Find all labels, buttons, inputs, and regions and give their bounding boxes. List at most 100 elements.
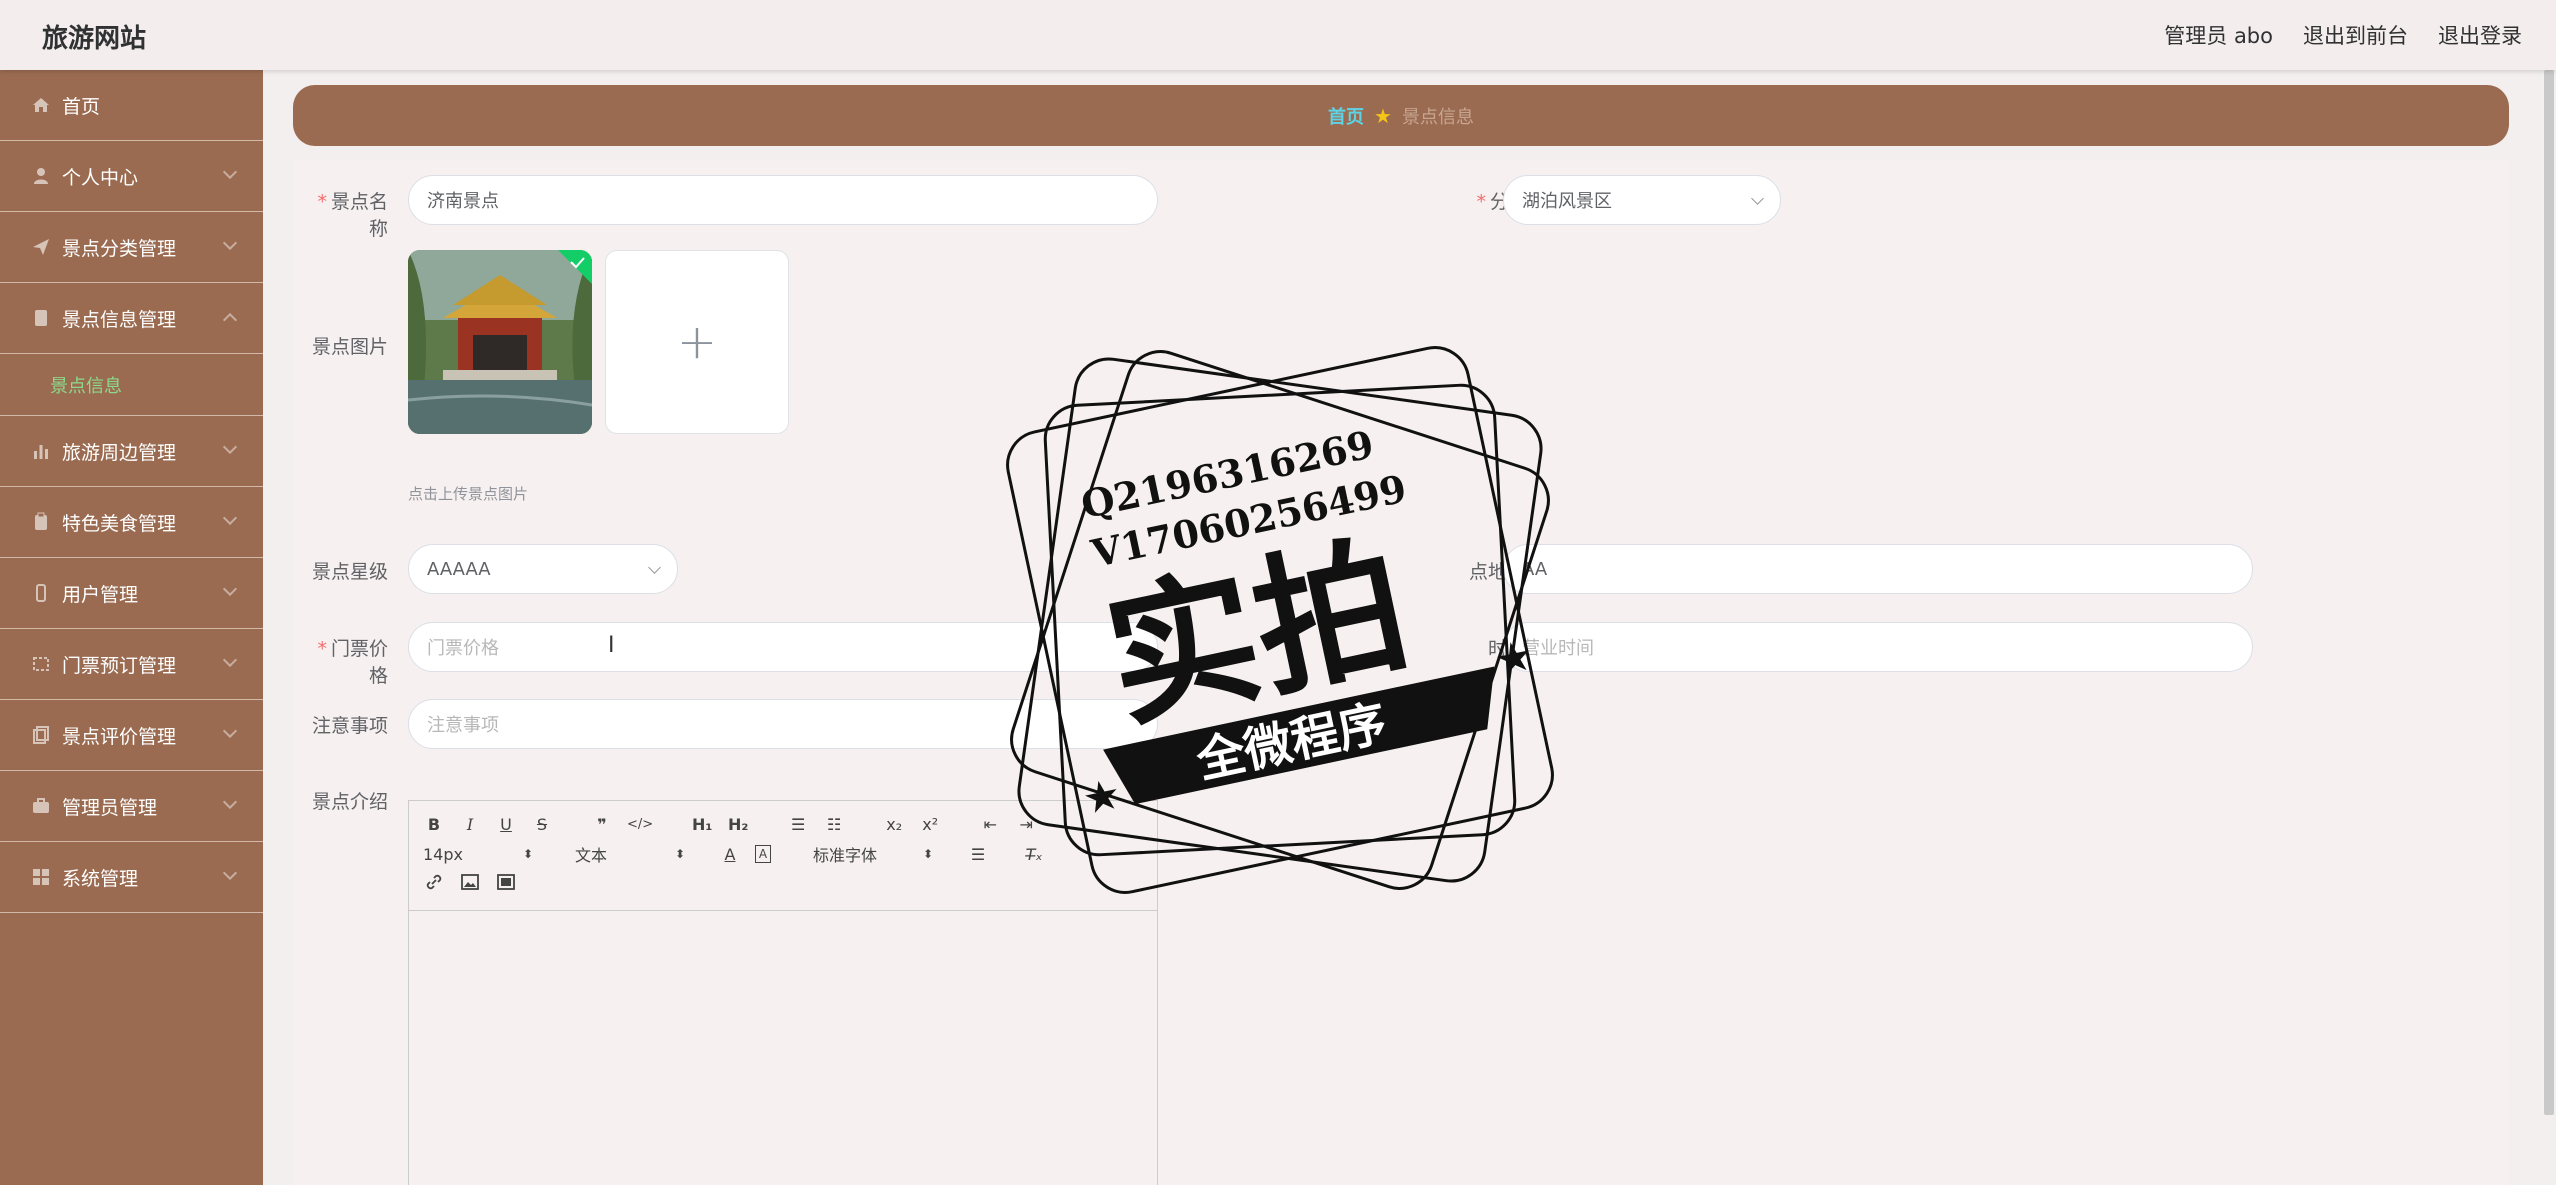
notice-input[interactable]: 注意事项: [408, 699, 1158, 749]
category-select[interactable]: 湖泊风景区: [1503, 175, 1781, 225]
spot-image-thumbnail[interactable]: [408, 250, 592, 434]
sidebar-item-label: 管理员管理: [62, 796, 158, 819]
page-scrollbar[interactable]: [2542, 70, 2556, 1115]
grid-icon: [30, 866, 52, 888]
send-icon: [30, 236, 52, 258]
breadcrumb: 首页 ★ 景点信息: [293, 85, 2509, 146]
header-actions: 管理员 abo 退出到前台 退出登录: [2164, 20, 2522, 50]
text-type-select[interactable]: 文本 ⬍: [575, 842, 685, 866]
chevron-down-icon: [222, 865, 238, 881]
indent-icon[interactable]: ⇥: [1015, 815, 1037, 834]
scrollbar-thumb[interactable]: [2544, 70, 2554, 1115]
upload-hint: 点击上传景点图片: [408, 485, 529, 503]
align-left-icon[interactable]: ☰: [967, 845, 989, 864]
chevron-down-icon: [1751, 192, 1764, 205]
code-block-button[interactable]: </>: [627, 817, 653, 832]
bullet-list-icon[interactable]: ☷: [823, 815, 845, 834]
video-icon[interactable]: [495, 874, 517, 894]
heading1-button[interactable]: H₁: [691, 815, 713, 834]
sidebar-item-label: 景点分类管理: [62, 237, 177, 260]
sidebar-item-home[interactable]: 首页: [0, 70, 263, 141]
chevron-up-icon: [222, 312, 238, 328]
sidebar-item-travel-surroundings[interactable]: 旅游周边管理: [0, 416, 263, 487]
sidebar-item-spot-info-management[interactable]: 景点信息管理: [0, 283, 263, 354]
ticket-icon: [30, 653, 52, 675]
text-cursor-icon: I: [608, 633, 615, 658]
chevron-down-icon: [222, 235, 238, 251]
logout-link[interactable]: 退出登录: [2438, 20, 2522, 50]
sidebar: 首页 个人中心 景点分类管理 景点信息管理 景点信息 旅游周边管理 特色美食管理…: [0, 70, 263, 1185]
ticket-price-input[interactable]: 门票价格: [408, 622, 1158, 672]
site-title: 旅游网站: [42, 24, 147, 54]
bold-button[interactable]: B: [423, 815, 445, 834]
heading2-button[interactable]: H₂: [727, 815, 749, 834]
subscript-button[interactable]: x₂: [883, 815, 905, 834]
sidebar-item-food-management[interactable]: 特色美食管理: [0, 487, 263, 558]
breadcrumb-current: 景点信息: [1401, 106, 1474, 128]
image-icon[interactable]: [459, 874, 481, 894]
chevron-down-icon: [648, 561, 661, 574]
strike-button[interactable]: S: [531, 815, 553, 834]
sidebar-item-admin-management[interactable]: 管理员管理: [0, 771, 263, 842]
chart-icon: [30, 440, 52, 462]
rich-text-editor[interactable]: B I U S ❞ </> H₁ H₂ ☰ ☷ x₂ x² ⇤ ⇥ 14px ⬍ …: [408, 800, 1158, 1185]
admin-user-label[interactable]: 管理员 abo: [2164, 20, 2273, 50]
link-icon[interactable]: [423, 873, 445, 895]
clear-format-button[interactable]: T̶ₓ: [1023, 845, 1045, 864]
sidebar-item-label: 首页: [62, 95, 101, 118]
font-family-select[interactable]: 标准字体 ⬍: [813, 842, 933, 866]
sidebar-item-system-management[interactable]: 系统管理: [0, 842, 263, 913]
sidebar-item-review-management[interactable]: 景点评价管理: [0, 700, 263, 771]
breadcrumb-home[interactable]: 首页: [1328, 103, 1364, 129]
chevron-down-icon: [222, 581, 238, 597]
sidebar-item-ticket-booking[interactable]: 门票预订管理: [0, 629, 263, 700]
sidebar-item-label: 景点评价管理: [62, 725, 177, 748]
clipboard-icon: [30, 511, 52, 533]
ordered-list-icon[interactable]: ☰: [787, 815, 809, 834]
chevron-down-icon: [222, 510, 238, 526]
star-icon: ★: [1374, 103, 1392, 128]
ticket-price-label: * 门票价格: [317, 638, 388, 687]
document-icon: [30, 307, 52, 329]
home-icon: [30, 94, 52, 116]
sidebar-item-label: 个人中心: [62, 166, 139, 189]
star-level-label: 景点星级: [311, 561, 388, 583]
chevron-down-icon: [222, 652, 238, 668]
chevron-down-icon: [222, 723, 238, 739]
top-header: 旅游网站 管理员 abo 退出到前台 退出登录: [0, 0, 2556, 70]
font-color-button[interactable]: A: [719, 845, 741, 864]
spot-name-label: * 景点名称: [317, 191, 388, 240]
sidebar-item-user-management[interactable]: 用户管理: [0, 558, 263, 629]
phone-icon: [30, 582, 52, 604]
spot-name-input[interactable]: 济南景点: [408, 175, 1158, 225]
address-input[interactable]: AA: [1503, 544, 2253, 594]
underline-button[interactable]: U: [495, 815, 517, 834]
background-color-button[interactable]: A: [755, 845, 771, 863]
italic-button[interactable]: I: [459, 815, 481, 834]
notice-label: 注意事项: [311, 715, 388, 737]
sidebar-item-label: 用户管理: [62, 583, 139, 606]
sidebar-subitem-spot-info[interactable]: 景点信息: [0, 354, 263, 416]
chevron-down-icon: [222, 794, 238, 810]
blockquote-button[interactable]: ❞: [591, 815, 613, 834]
outdent-icon[interactable]: ⇤: [979, 815, 1001, 834]
business-hours-input[interactable]: 营业时间: [1503, 622, 2253, 672]
editor-content-area[interactable]: [409, 911, 1157, 1185]
intro-label: 景点介绍: [311, 791, 388, 813]
sidebar-item-personal-center[interactable]: 个人中心: [0, 141, 263, 212]
sidebar-item-category-management[interactable]: 景点分类管理: [0, 212, 263, 283]
briefcase-icon: [30, 795, 52, 817]
sidebar-item-label: 特色美食管理: [62, 512, 177, 535]
sidebar-item-label: 景点信息管理: [62, 308, 177, 331]
sidebar-item-label: 系统管理: [62, 867, 139, 890]
superscript-button[interactable]: x²: [919, 815, 941, 834]
exit-to-front-link[interactable]: 退出到前台: [2303, 20, 2408, 50]
sidebar-item-label: 门票预订管理: [62, 654, 177, 677]
font-size-select[interactable]: 14px ⬍: [423, 845, 533, 864]
editor-toolbar: B I U S ❞ </> H₁ H₂ ☰ ☷ x₂ x² ⇤ ⇥ 14px ⬍ …: [409, 801, 1157, 911]
star-level-select[interactable]: AAAAA: [408, 544, 678, 594]
upload-image-button[interactable]: +: [605, 250, 789, 434]
sidebar-item-label: 旅游周边管理: [62, 441, 177, 464]
user-icon: [30, 165, 52, 187]
chevron-down-icon: [222, 439, 238, 455]
